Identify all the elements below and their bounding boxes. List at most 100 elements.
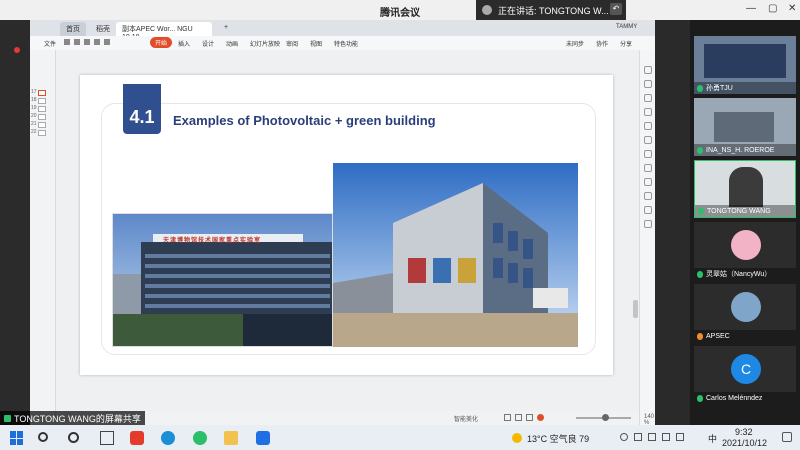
tool-icon[interactable] <box>644 122 652 130</box>
video-feed <box>704 44 786 78</box>
tab-document[interactable]: 副本APEC Wor... NGU 10.10 <box>116 22 212 41</box>
tray-icons[interactable] <box>620 433 700 443</box>
tool-icon[interactable] <box>644 192 652 200</box>
menu-view[interactable]: 视图 <box>310 39 322 48</box>
tool-icon[interactable] <box>644 136 652 144</box>
close-icon[interactable]: ✕ <box>788 3 796 14</box>
tool-icon[interactable] <box>644 94 652 102</box>
user-badge[interactable]: TAMMY <box>616 24 637 30</box>
meeting-titlebar: 腾讯会议 <box>0 0 800 20</box>
menu-design[interactable]: 设计 <box>202 39 214 48</box>
menu-review[interactable]: 审阅 <box>286 39 298 48</box>
view-mode-icons[interactable] <box>504 414 554 422</box>
speaker-back-icon[interactable]: ↶ <box>610 3 622 15</box>
task-view-icon[interactable] <box>68 432 79 443</box>
menu-file[interactable]: 文件 <box>44 39 56 48</box>
wps-app-icon[interactable] <box>130 431 144 445</box>
tool-icon[interactable] <box>644 206 652 214</box>
green-house-image <box>333 163 578 347</box>
menu-insert[interactable]: 插入 <box>178 39 190 48</box>
participant-name-bar: INA_NS_H. ROEROE <box>694 144 796 156</box>
notification-icon[interactable] <box>782 432 792 442</box>
participant-tile[interactable]: 孙勇TJU <box>694 36 796 94</box>
building-photo-left: 天津博物馆技术国家重点实验室 <box>112 213 333 347</box>
search-icon[interactable] <box>38 432 48 442</box>
slide-thumb[interactable] <box>38 130 46 136</box>
slide-thumb[interactable] <box>38 98 46 104</box>
windows-taskbar: 13°C 空气良 79 中 9:32 2021/10/12 <box>0 425 800 450</box>
new-tab-button[interactable]: + <box>218 22 234 36</box>
participant-name: 灵翠姑（NancyWu） <box>706 271 772 278</box>
mic-icon <box>482 5 492 15</box>
slide-section-number: 4.1 <box>123 84 161 134</box>
slide-title: Examples of Photovoltaic + green buildin… <box>173 113 436 128</box>
maximize-icon[interactable]: ▢ <box>768 3 777 14</box>
wps-ribbon-menu: 文件 开始 插入 设计 动画 幻灯片放映 审阅 视图 特色功能 未同步 协作 分… <box>30 36 655 50</box>
tool-icon[interactable] <box>644 164 652 172</box>
tool-icon[interactable] <box>644 178 652 186</box>
slide-thumb[interactable] <box>38 90 46 96</box>
slide-thumb[interactable] <box>38 114 46 120</box>
speaking-label: 正在讲话: TONGTONG W... <box>498 5 609 16</box>
unsynced-button[interactable]: 未同步 <box>566 39 584 48</box>
share-left-strip <box>0 20 30 425</box>
ime-indicator[interactable]: 中 <box>708 432 717 445</box>
tool-icon[interactable] <box>644 108 652 116</box>
lab-building-image <box>113 214 332 346</box>
menu-slideshow[interactable]: 幻灯片放映 <box>250 39 280 48</box>
wechat-icon[interactable] <box>193 431 207 445</box>
mic-icon <box>697 332 703 340</box>
mic-icon <box>698 207 704 215</box>
vertical-scrollbar[interactable] <box>632 50 639 420</box>
tool-icon[interactable] <box>644 66 652 74</box>
share-button[interactable]: 分享 <box>620 39 632 48</box>
participant-name: 孙勇TJU <box>706 85 733 92</box>
menu-special[interactable]: 特色功能 <box>334 39 358 48</box>
edge-icon[interactable] <box>161 431 175 445</box>
participant-tile[interactable]: C Carlos Melénndez <box>694 346 796 404</box>
weather-icon <box>512 433 522 443</box>
speaking-indicator[interactable]: 正在讲话: TONGTONG W... <box>476 0 626 20</box>
avatar <box>731 230 761 260</box>
collab-button[interactable]: 协作 <box>596 39 608 48</box>
participant-tile[interactable]: TONGTONG WANG <box>694 160 796 218</box>
thumb-num-1: 18 <box>31 97 37 103</box>
zoom-slider-knob[interactable] <box>602 414 609 421</box>
participant-name: Carlos Melénndez <box>706 394 763 402</box>
scrollbar-thumb[interactable] <box>633 300 638 318</box>
thumb-num-5: 22 <box>31 129 37 135</box>
tool-icon[interactable] <box>644 220 652 228</box>
participant-tile[interactable]: 灵翠姑（NancyWu） <box>694 222 796 280</box>
weather-text[interactable]: 13°C 空气良 79 <box>527 432 589 445</box>
slide-thumb[interactable] <box>38 106 46 112</box>
slide-thumb[interactable] <box>38 122 46 128</box>
participant-tile[interactable]: APSEC <box>694 284 796 342</box>
tool-icon[interactable] <box>644 150 652 158</box>
menu-start[interactable]: 开始 <box>150 37 173 48</box>
tab-home[interactable]: 首页 <box>60 22 86 36</box>
building-photo-right <box>333 163 578 347</box>
file-explorer-icon[interactable] <box>224 431 238 445</box>
tab-docer[interactable]: 稻壳 <box>90 22 116 36</box>
beautify-button[interactable]: 智能美化 <box>454 414 478 423</box>
windows-start-icon[interactable] <box>10 431 24 445</box>
minimize-icon[interactable]: — <box>746 3 756 14</box>
clock-date[interactable]: 2021/10/12 <box>722 438 767 448</box>
quick-toolbar <box>64 39 144 46</box>
mic-icon <box>697 270 703 278</box>
wps-tab-bar: 首页 稻壳 副本APEC Wor... NGU 10.10 + TAMMY <box>30 20 655 41</box>
clock-time[interactable]: 9:32 <box>735 427 753 437</box>
thumb-num-0: 17 <box>31 89 37 95</box>
lab-building-sign: 天津博物馆技术国家重点实验室 <box>163 238 262 244</box>
mic-icon <box>697 146 703 154</box>
thumb-num-4: 21 <box>31 121 37 127</box>
participant-name: TONGTONG WANG <box>707 207 771 215</box>
slide-canvas[interactable]: 4.1 Examples of Photovoltaic + green bui… <box>80 75 613 375</box>
participant-tile[interactable]: INA_NS_H. ROEROE <box>694 98 796 156</box>
tool-icon[interactable] <box>644 80 652 88</box>
taskbar-app-1[interactable] <box>100 431 114 445</box>
mic-icon <box>697 394 703 402</box>
menu-animation[interactable]: 动画 <box>226 39 238 48</box>
avatar-letter: C <box>740 361 752 377</box>
tencent-meeting-icon[interactable] <box>256 431 270 445</box>
